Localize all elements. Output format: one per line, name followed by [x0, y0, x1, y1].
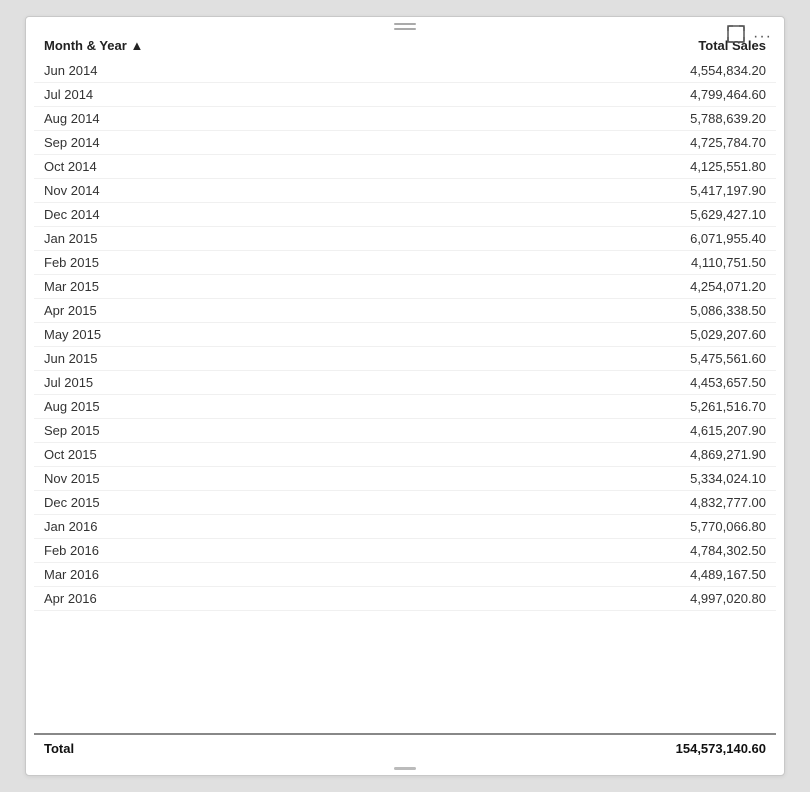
cell-month-year: Oct 2014	[34, 155, 442, 179]
cell-total-sales: 4,725,784.70	[442, 131, 776, 155]
cell-month-year: Jul 2015	[34, 371, 442, 395]
cell-total-sales: 5,475,561.60	[442, 347, 776, 371]
cell-month-year: Sep 2015	[34, 419, 442, 443]
table-footer: Total 154,573,140.60	[34, 733, 776, 762]
table-row: Mar 20164,489,167.50	[34, 563, 776, 587]
cell-month-year: Jan 2016	[34, 515, 442, 539]
table-row: Jun 20155,475,561.60	[34, 347, 776, 371]
cell-month-year: Nov 2014	[34, 179, 442, 203]
footer-total: 154,573,140.60	[442, 735, 776, 762]
table-row: Apr 20164,997,020.80	[34, 587, 776, 611]
cell-month-year: Oct 2015	[34, 443, 442, 467]
more-options-button[interactable]: ···	[753, 28, 772, 46]
cell-total-sales: 4,125,551.80	[442, 155, 776, 179]
top-drag-handle[interactable]	[26, 17, 784, 32]
cell-month-year: Dec 2014	[34, 203, 442, 227]
table-row: Jan 20156,071,955.40	[34, 227, 776, 251]
cell-total-sales: 5,029,207.60	[442, 323, 776, 347]
cell-total-sales: 5,417,197.90	[442, 179, 776, 203]
table-row: Jun 20144,554,834.20	[34, 59, 776, 83]
col-header-month-year[interactable]: Month & Year ▲	[34, 32, 442, 59]
table-row: May 20155,029,207.60	[34, 323, 776, 347]
cell-month-year: Nov 2015	[34, 467, 442, 491]
cell-month-year: Sep 2014	[34, 131, 442, 155]
table-container: Month & Year ▲ Total Sales	[26, 32, 784, 762]
col-month-year-label: Month & Year	[44, 38, 127, 53]
table-row: Feb 20164,784,302.50	[34, 539, 776, 563]
cell-total-sales: 4,832,777.00	[442, 491, 776, 515]
cell-total-sales: 4,997,020.80	[442, 587, 776, 611]
table-row: Jul 20154,453,657.50	[34, 371, 776, 395]
cell-month-year: Jun 2014	[34, 59, 442, 83]
cell-total-sales: 4,489,167.50	[442, 563, 776, 587]
cell-total-sales: 4,254,071.20	[442, 275, 776, 299]
cell-total-sales: 4,615,207.90	[442, 419, 776, 443]
table-row: Mar 20154,254,071.20	[34, 275, 776, 299]
cell-month-year: Dec 2015	[34, 491, 442, 515]
cell-month-year: Jun 2015	[34, 347, 442, 371]
table-row: Dec 20145,629,427.10	[34, 203, 776, 227]
table-row: Dec 20154,832,777.00	[34, 491, 776, 515]
cell-total-sales: 4,554,834.20	[442, 59, 776, 83]
cell-total-sales: 4,453,657.50	[442, 371, 776, 395]
table-row: Sep 20144,725,784.70	[34, 131, 776, 155]
cell-month-year: Apr 2015	[34, 299, 442, 323]
cell-total-sales: 4,110,751.50	[442, 251, 776, 275]
cell-total-sales: 5,629,427.10	[442, 203, 776, 227]
cell-month-year: Feb 2015	[34, 251, 442, 275]
cell-month-year: Feb 2016	[34, 539, 442, 563]
table-body-scroll[interactable]: Jun 20144,554,834.20Jul 20144,799,464.60…	[34, 59, 776, 733]
cell-total-sales: 5,334,024.10	[442, 467, 776, 491]
cell-total-sales: 4,799,464.60	[442, 83, 776, 107]
cell-month-year: Mar 2015	[34, 275, 442, 299]
cell-total-sales: 5,770,066.80	[442, 515, 776, 539]
cell-month-year: Jul 2014	[34, 83, 442, 107]
table-row: Jan 20165,770,066.80	[34, 515, 776, 539]
table-row: Aug 20155,261,516.70	[34, 395, 776, 419]
cell-month-year: Aug 2015	[34, 395, 442, 419]
table-row: Aug 20145,788,639.20	[34, 107, 776, 131]
table-row: Sep 20154,615,207.90	[34, 419, 776, 443]
data-table: Jun 20144,554,834.20Jul 20144,799,464.60…	[34, 59, 776, 611]
footer-label: Total	[34, 735, 442, 762]
cell-total-sales: 6,071,955.40	[442, 227, 776, 251]
table-header: Month & Year ▲ Total Sales	[34, 32, 776, 59]
header-actions: ···	[727, 25, 772, 48]
table-row: Apr 20155,086,338.50	[34, 299, 776, 323]
cell-total-sales: 5,261,516.70	[442, 395, 776, 419]
table-row: Jul 20144,799,464.60	[34, 83, 776, 107]
cell-month-year: Jan 2015	[34, 227, 442, 251]
table-row: Oct 20144,125,551.80	[34, 155, 776, 179]
widget-panel: ··· Month & Year ▲ Total Sales	[25, 16, 785, 776]
cell-total-sales: 5,788,639.20	[442, 107, 776, 131]
cell-month-year: Aug 2014	[34, 107, 442, 131]
cell-total-sales: 4,784,302.50	[442, 539, 776, 563]
bottom-drag-handle[interactable]	[26, 762, 784, 775]
table-row: Oct 20154,869,271.90	[34, 443, 776, 467]
cell-month-year: May 2015	[34, 323, 442, 347]
sort-arrow-asc: ▲	[130, 38, 143, 53]
cell-total-sales: 4,869,271.90	[442, 443, 776, 467]
table-row: Feb 20154,110,751.50	[34, 251, 776, 275]
expand-button[interactable]	[727, 25, 745, 48]
col-header-total-sales[interactable]: Total Sales	[442, 32, 776, 59]
table-row: Nov 20145,417,197.90	[34, 179, 776, 203]
cell-month-year: Apr 2016	[34, 587, 442, 611]
table-row: Nov 20155,334,024.10	[34, 467, 776, 491]
cell-total-sales: 5,086,338.50	[442, 299, 776, 323]
cell-month-year: Mar 2016	[34, 563, 442, 587]
